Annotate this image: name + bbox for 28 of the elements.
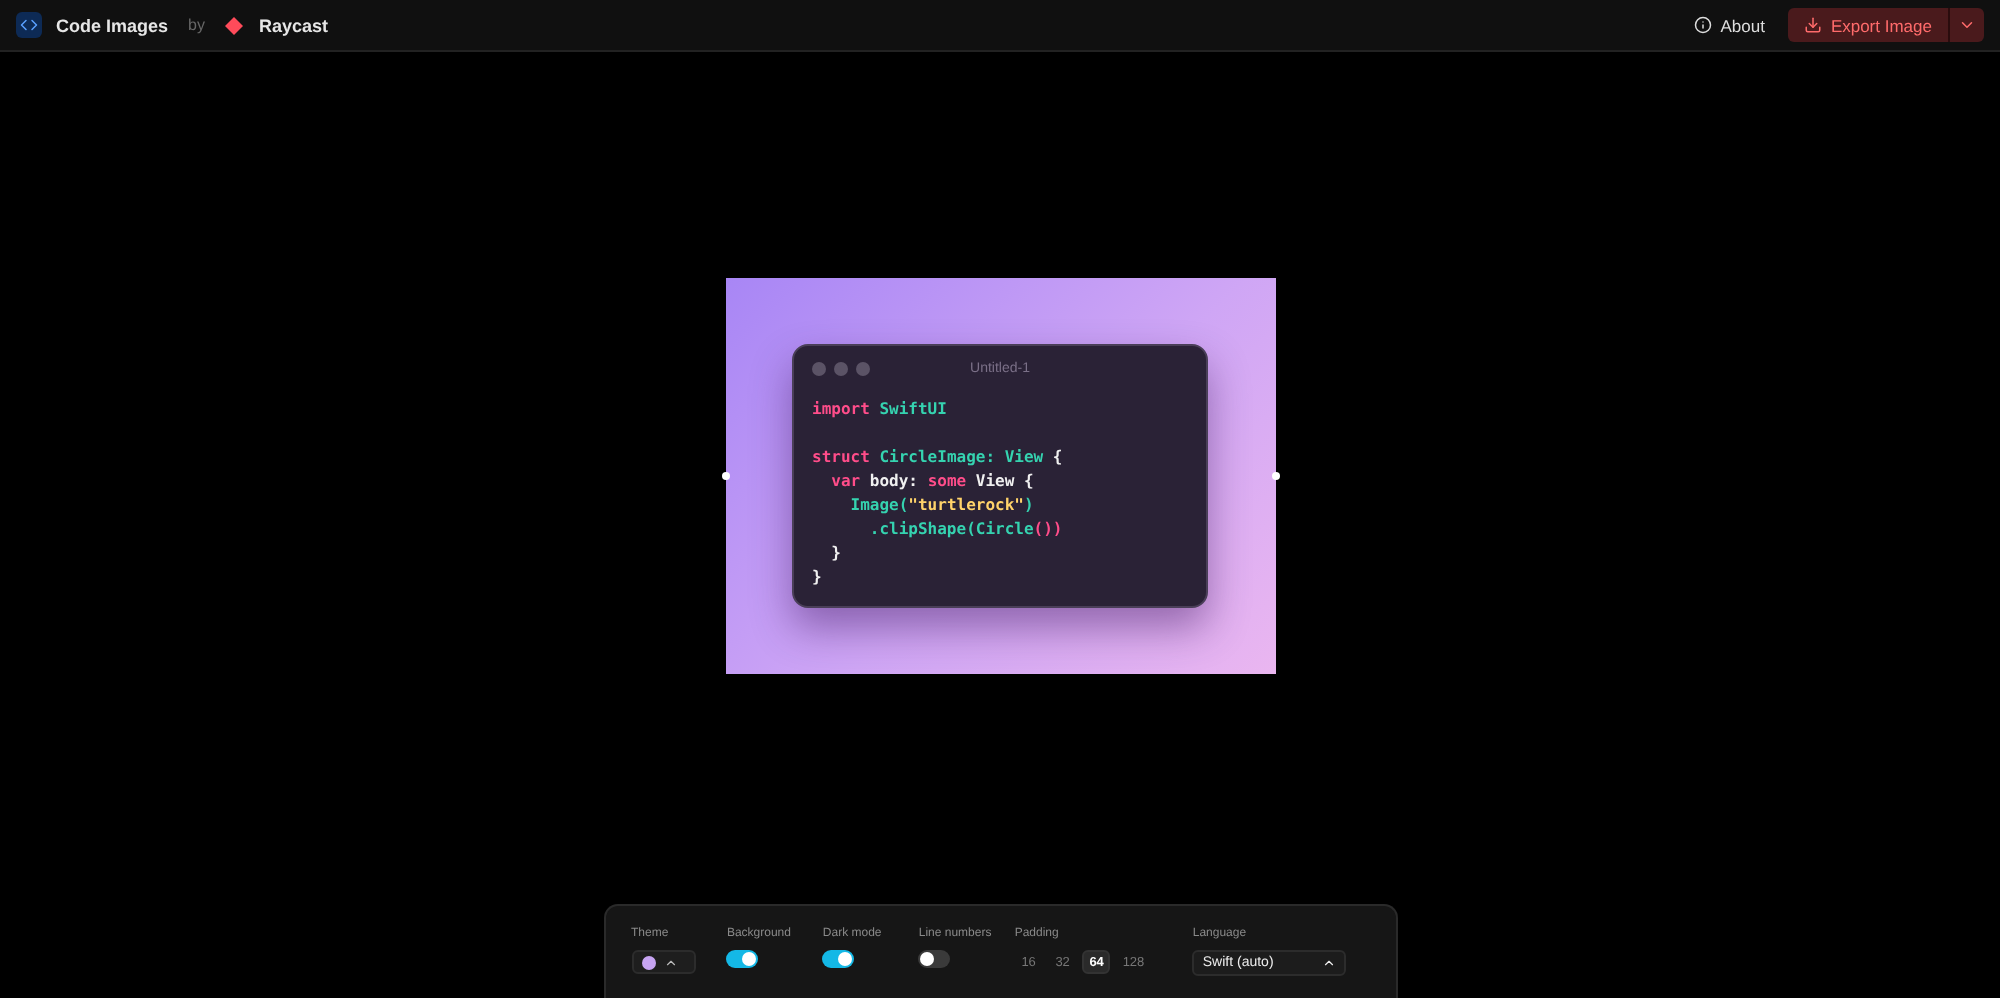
code-line: struct CircleImage: View { xyxy=(812,446,1065,470)
diamond-logo-icon xyxy=(224,15,245,35)
window-dot xyxy=(856,361,870,375)
code-line: var body: some View { xyxy=(829,470,1036,494)
brand-name: Raycast xyxy=(258,15,329,35)
toggle-switch[interactable] xyxy=(918,950,951,968)
code-line: Image("turtlerock") xyxy=(848,494,1036,518)
code-icon xyxy=(16,12,42,38)
chevron-up-icon xyxy=(663,955,677,969)
resize-handle[interactable] xyxy=(721,472,729,480)
by-text: by xyxy=(188,16,205,34)
window-dot xyxy=(834,361,848,375)
theme-picker[interactable] xyxy=(631,950,695,974)
export-button[interactable]: Export Image xyxy=(1788,8,1948,42)
toggle-switch[interactable] xyxy=(726,950,759,968)
code-line: } xyxy=(829,542,843,566)
about-button[interactable]: About xyxy=(1694,15,1765,35)
code-line: import SwiftUI xyxy=(812,398,949,422)
download-icon xyxy=(1804,16,1823,34)
app-name: Code Images xyxy=(56,15,169,35)
chevron-up-icon xyxy=(1322,956,1337,970)
code-line: } xyxy=(812,566,824,590)
resize-handle[interactable] xyxy=(1271,472,1279,480)
window-dot xyxy=(812,361,826,375)
code-line: .clipShape(Circle()) xyxy=(867,518,1065,542)
chevron-down-icon xyxy=(1958,16,1976,34)
info-icon xyxy=(1694,16,1713,34)
toggle-switch[interactable] xyxy=(822,950,855,968)
